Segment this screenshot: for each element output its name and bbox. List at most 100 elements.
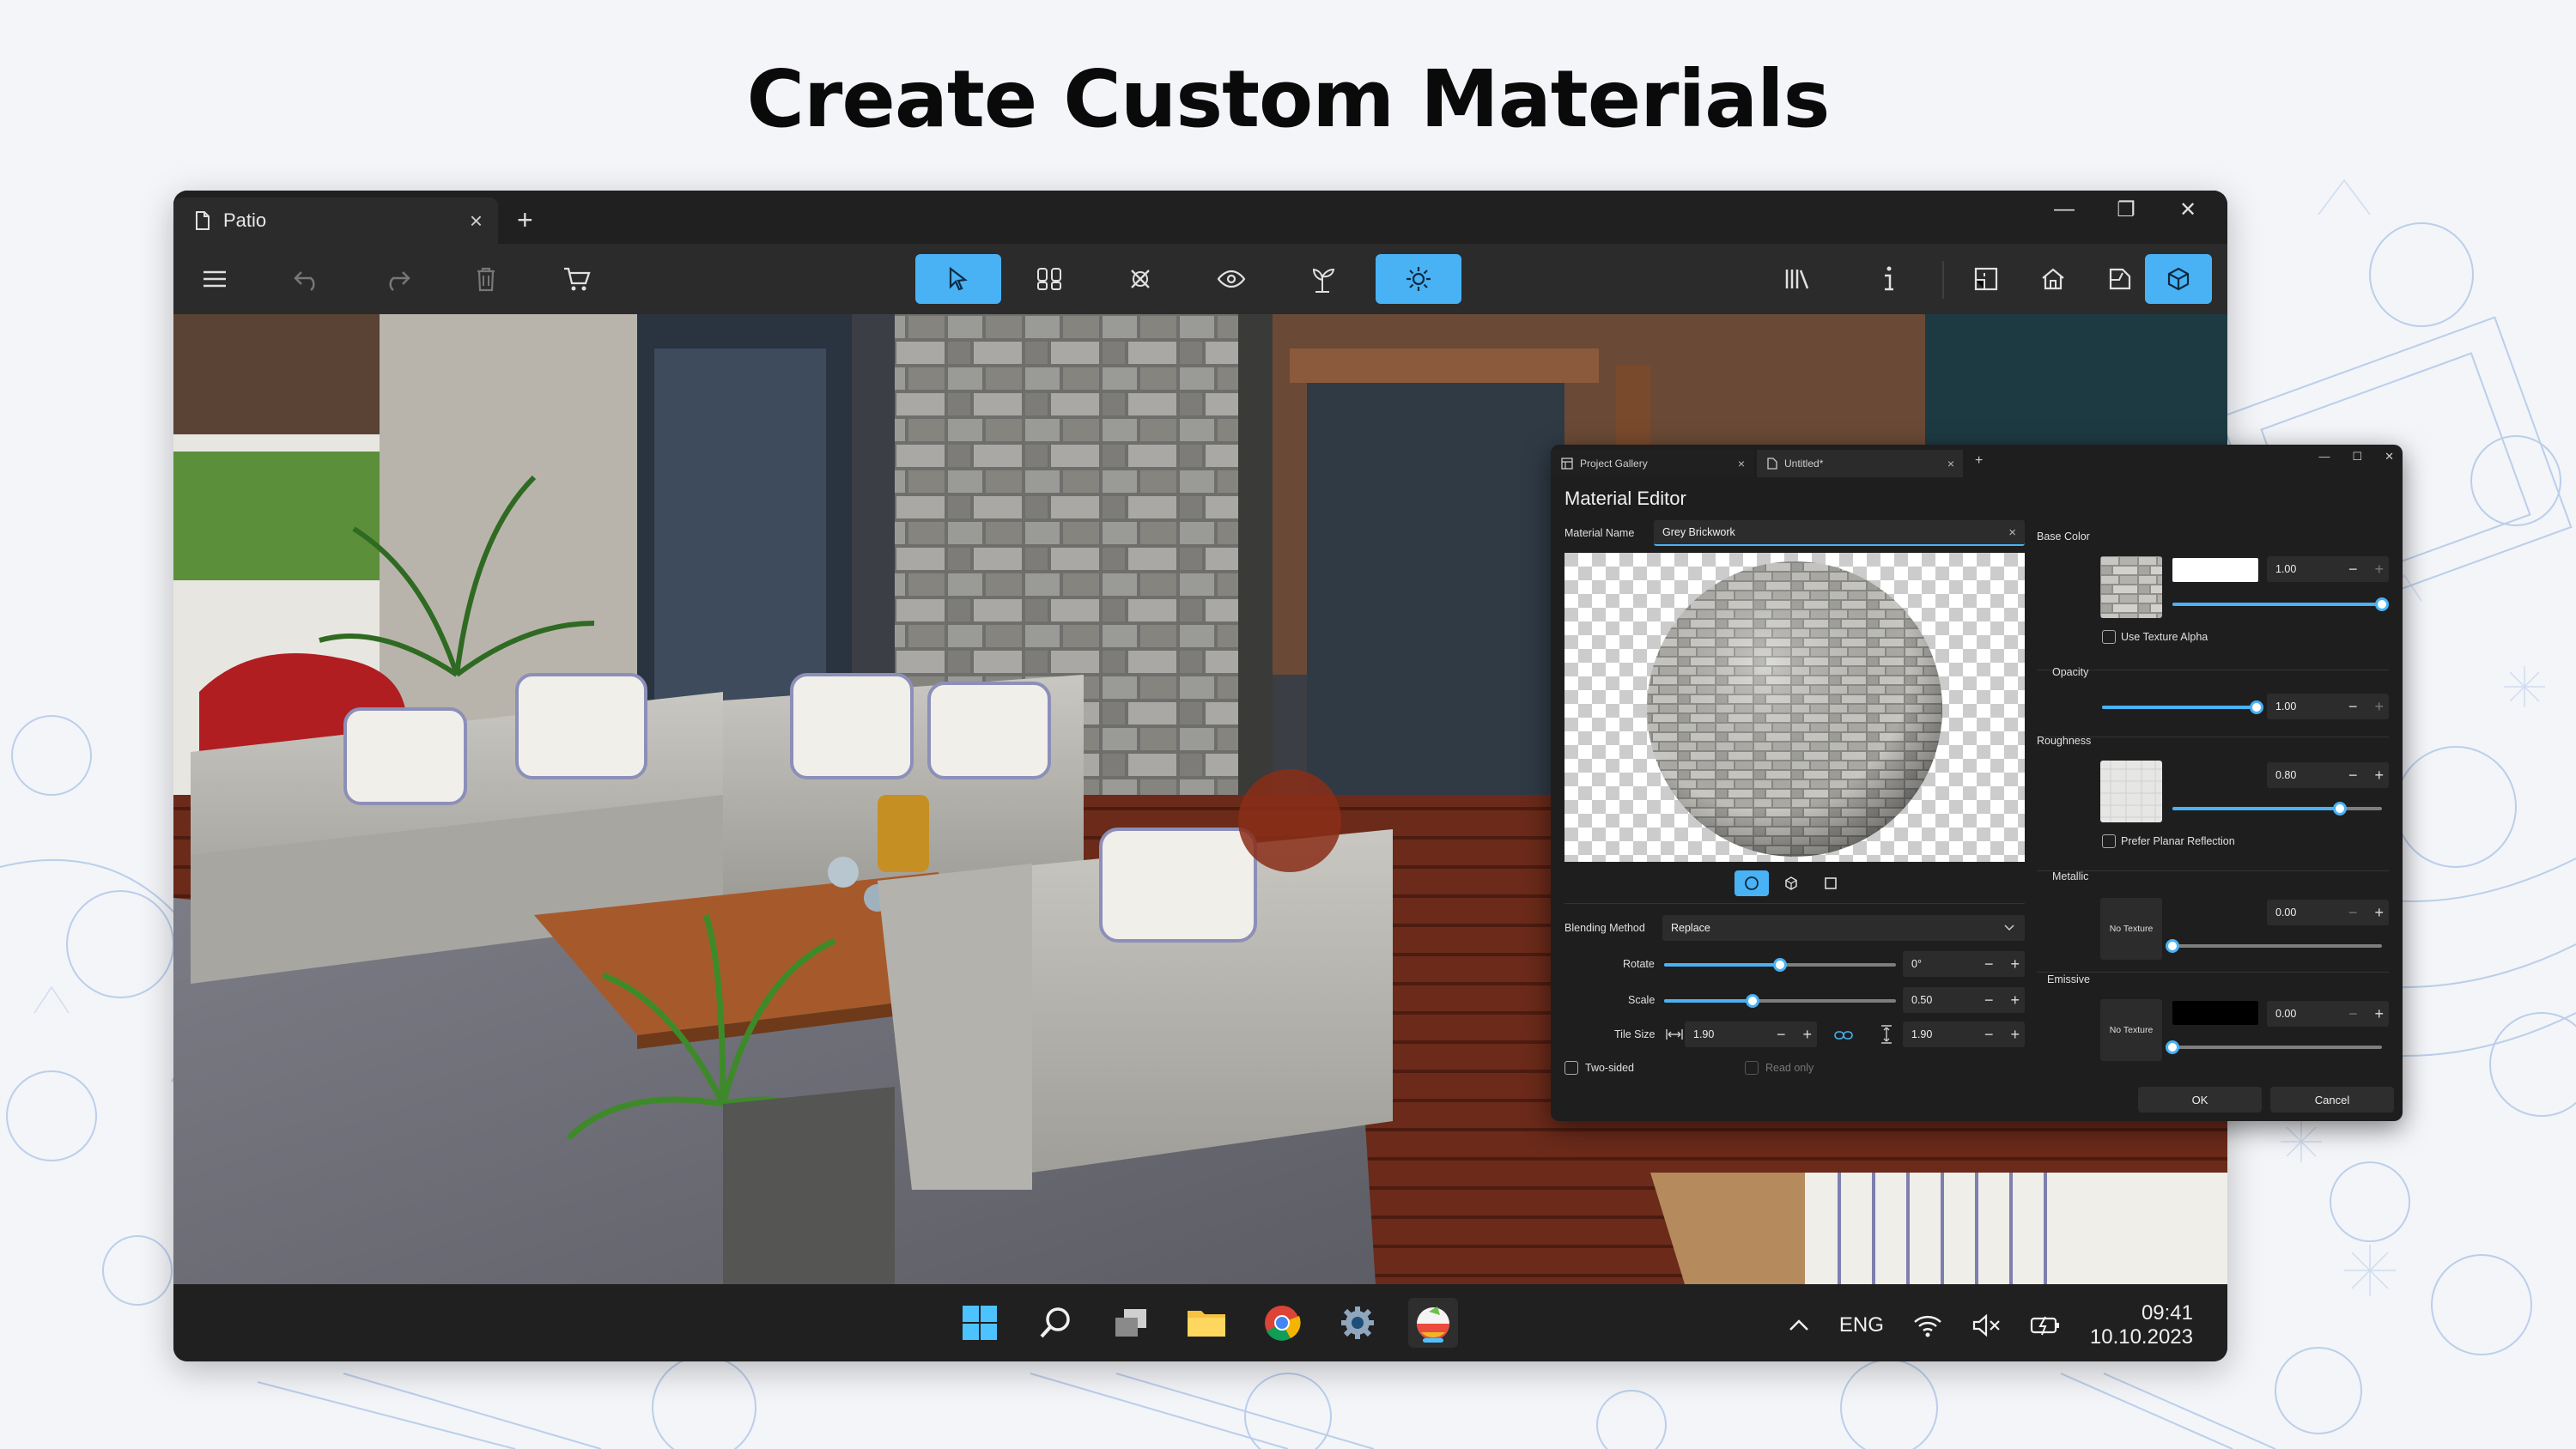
- prefer-planar-reflection-checkbox[interactable]: [2102, 834, 2116, 848]
- base-color-slider-knob[interactable]: [2375, 597, 2389, 611]
- scale-field[interactable]: 0.50 − +: [1903, 987, 2025, 1013]
- view-split-button[interactable]: [2090, 254, 2150, 304]
- increment-button[interactable]: +: [2374, 767, 2384, 785]
- tab-close-button[interactable]: ×: [1738, 457, 1745, 470]
- increment-button[interactable]: +: [2374, 698, 2384, 716]
- chevron-up-icon[interactable]: [1788, 1318, 1810, 1333]
- tile-width-field[interactable]: 1.90 − +: [1685, 1022, 1817, 1047]
- metallic-no-texture-slot[interactable]: No Texture: [2100, 898, 2162, 960]
- close-window-button[interactable]: ✕: [2166, 197, 2210, 222]
- decrement-button[interactable]: −: [1984, 1026, 1994, 1044]
- base-color-field[interactable]: 1.00 − +: [2267, 556, 2389, 582]
- shop-button[interactable]: [534, 254, 620, 304]
- clear-name-button[interactable]: ×: [2008, 525, 2016, 540]
- close-button[interactable]: ✕: [2385, 450, 2394, 464]
- view-tool-button[interactable]: [1188, 254, 1274, 304]
- start-button[interactable]: [955, 1298, 1005, 1348]
- ok-button[interactable]: OK: [2138, 1087, 2262, 1113]
- settings-button[interactable]: [1333, 1298, 1382, 1348]
- decrement-button[interactable]: −: [1984, 955, 1994, 973]
- new-tab-button[interactable]: +: [1975, 453, 1983, 469]
- info-button[interactable]: [1846, 254, 1932, 304]
- increment-button[interactable]: +: [2374, 561, 2384, 579]
- tab-close-button[interactable]: ×: [470, 208, 483, 234]
- battery-icon[interactable]: [2030, 1313, 2061, 1337]
- tile-height-field[interactable]: 1.90 − +: [1903, 1022, 2025, 1047]
- rotate-slider-knob[interactable]: [1773, 958, 1787, 972]
- live-home-3d-button[interactable]: [1408, 1298, 1458, 1348]
- menu-button[interactable]: [173, 254, 258, 304]
- decrement-button[interactable]: −: [1777, 1026, 1786, 1044]
- opacity-field[interactable]: 1.00 − +: [2267, 694, 2389, 719]
- emissive-slider[interactable]: [2166, 1040, 2382, 1054]
- decrement-button[interactable]: −: [2348, 767, 2358, 785]
- language-indicator[interactable]: ENG: [1839, 1313, 1884, 1337]
- library-button[interactable]: [1755, 254, 1841, 304]
- build-tool-button[interactable]: [1006, 254, 1092, 304]
- opacity-slider[interactable]: [2102, 700, 2263, 714]
- preview-plane-button[interactable]: [1814, 870, 1848, 896]
- two-sided-checkbox[interactable]: [1564, 1061, 1578, 1075]
- system-clock[interactable]: 09:41 10.10.2023: [2090, 1301, 2193, 1349]
- metallic-field[interactable]: 0.00 − +: [2267, 900, 2389, 925]
- base-color-texture-thumbnail[interactable]: [2100, 556, 2162, 618]
- preview-sphere-button[interactable]: [1735, 870, 1769, 896]
- opacity-slider-knob[interactable]: [2250, 700, 2263, 714]
- scale-slider[interactable]: [1664, 994, 1896, 1008]
- file-explorer-button[interactable]: [1182, 1298, 1231, 1348]
- new-tab-button[interactable]: +: [517, 204, 533, 236]
- base-color-slider[interactable]: [2172, 597, 2389, 611]
- redo-button[interactable]: [354, 254, 440, 304]
- tab-untitled[interactable]: Untitled* ×: [1757, 450, 1963, 477]
- roughness-slider[interactable]: [2172, 802, 2382, 815]
- tab-project-gallery[interactable]: Project Gallery ×: [1551, 450, 1753, 477]
- emissive-field[interactable]: 0.00 − +: [2267, 1001, 2389, 1027]
- emissive-slider-knob[interactable]: [2166, 1040, 2179, 1054]
- view-2d-button[interactable]: [1956, 254, 2016, 304]
- increment-button[interactable]: +: [2010, 955, 2020, 973]
- cancel-button[interactable]: Cancel: [2270, 1087, 2394, 1113]
- increment-button[interactable]: +: [1802, 1026, 1812, 1044]
- speaker-muted-icon[interactable]: [1971, 1313, 2001, 1337]
- rotate-slider[interactable]: [1664, 958, 1896, 972]
- blending-method-select[interactable]: Replace: [1662, 915, 2025, 941]
- decrement-button[interactable]: −: [2348, 1005, 2358, 1023]
- increment-button[interactable]: +: [2010, 991, 2020, 1009]
- material-name-field[interactable]: Grey Brickwork ×: [1654, 520, 2025, 546]
- minimize-button[interactable]: —: [2318, 450, 2330, 464]
- use-texture-alpha-checkbox[interactable]: [2102, 630, 2116, 644]
- document-tab[interactable]: Patio ×: [173, 197, 498, 244]
- task-view-button[interactable]: [1106, 1298, 1156, 1348]
- emissive-no-texture-slot[interactable]: No Texture: [2100, 999, 2162, 1061]
- minimize-button[interactable]: —: [2042, 197, 2087, 222]
- terrain-tool-button[interactable]: [1279, 254, 1365, 304]
- scale-slider-knob[interactable]: [1745, 994, 1759, 1008]
- decorate-tool-button[interactable]: [1097, 254, 1183, 304]
- view-3d-button[interactable]: [2145, 254, 2212, 304]
- chrome-button[interactable]: [1257, 1298, 1307, 1348]
- roughness-texture-thumbnail[interactable]: [2100, 761, 2162, 822]
- lighting-tool-button[interactable]: [1376, 254, 1461, 304]
- decrement-button[interactable]: −: [2348, 904, 2358, 922]
- tab-close-button[interactable]: ×: [1947, 457, 1954, 470]
- decrement-button[interactable]: −: [2348, 561, 2358, 579]
- roughness-field[interactable]: 0.80 − +: [2267, 762, 2389, 788]
- link-icon[interactable]: [1834, 1030, 1853, 1040]
- base-color-swatch[interactable]: [2172, 558, 2258, 582]
- wifi-icon[interactable]: [1913, 1313, 1942, 1337]
- view-house-button[interactable]: [2023, 254, 2083, 304]
- material-preview[interactable]: [1564, 553, 2025, 862]
- maximize-button[interactable]: ☐: [2352, 450, 2362, 464]
- select-tool-button[interactable]: [915, 254, 1001, 304]
- roughness-slider-knob[interactable]: [2333, 802, 2348, 815]
- search-button[interactable]: [1030, 1298, 1080, 1348]
- rotate-field[interactable]: 0° − +: [1903, 951, 2025, 977]
- delete-button[interactable]: [443, 254, 529, 304]
- metallic-slider-knob[interactable]: [2166, 939, 2179, 953]
- preview-cube-button[interactable]: [1774, 870, 1808, 896]
- decrement-button[interactable]: −: [1984, 991, 1994, 1009]
- decrement-button[interactable]: −: [2348, 698, 2358, 716]
- undo-button[interactable]: [264, 254, 350, 304]
- restore-button[interactable]: ❐: [2104, 197, 2148, 222]
- metallic-slider[interactable]: [2166, 939, 2382, 953]
